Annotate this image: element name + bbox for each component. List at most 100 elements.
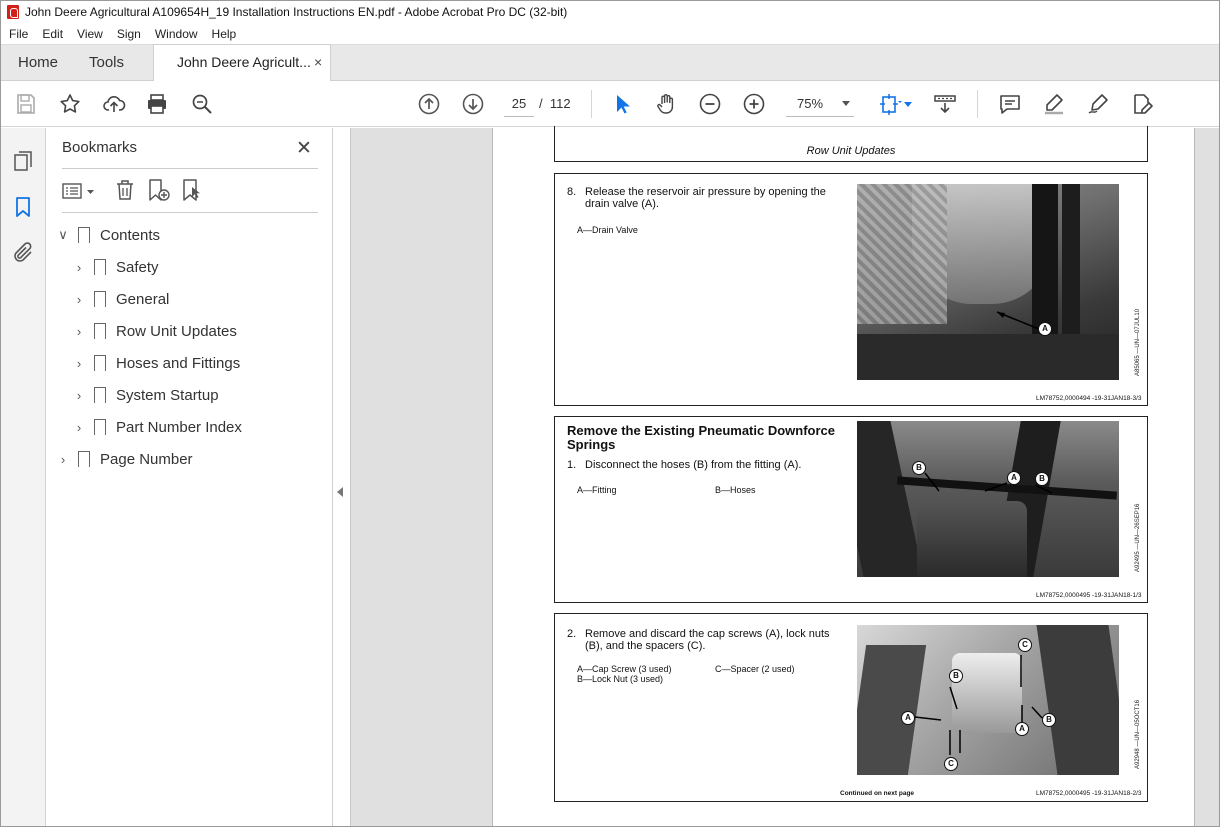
page-header-box: Row Unit Updates [554, 126, 1148, 162]
bookmark-label: Contents [100, 226, 161, 244]
image-code: A92495 —UN—26SEP16 [1135, 503, 1141, 572]
hoses-fitting-photo: B A B [857, 421, 1119, 577]
next-page-icon[interactable] [460, 91, 486, 117]
menu-file[interactable]: File [9, 27, 28, 41]
fit-page-chevron-icon[interactable] [903, 91, 913, 117]
upload-cloud-icon[interactable] [101, 91, 127, 117]
toolbar-divider [591, 90, 592, 118]
window-title: John Deere Agricultural A109654H_19 Inst… [25, 5, 568, 19]
callout-b: B [949, 669, 963, 683]
zoom-in-icon[interactable] [741, 91, 767, 117]
continued-note: Continued on next page [840, 790, 915, 797]
image-code: A92948 —UN—05OCT16 [1135, 699, 1141, 769]
menu-view[interactable]: View [77, 27, 103, 41]
collapse-panel-arrow-icon[interactable] [337, 487, 343, 497]
bookmark-label: Row Unit Updates [116, 322, 237, 340]
tab-bar: Home Tools John Deere Agricult... × [1, 44, 1219, 82]
bookmark-icon [78, 451, 90, 468]
tab-document-label: John Deere Agricult... [177, 54, 311, 70]
page-total-value: 112 [549, 96, 571, 111]
scroll-mode-icon[interactable] [932, 91, 958, 117]
bookmark-system-startup[interactable]: › System Startup [72, 384, 219, 406]
edit-pdf-icon[interactable] [1129, 91, 1155, 117]
zoom-out-icon[interactable] [697, 91, 723, 117]
search-zoom-icon[interactable] [189, 91, 215, 117]
bookmarks-panel-icon[interactable] [11, 195, 35, 219]
remove-springs-box: Remove the Existing Pneumatic Downforce … [554, 416, 1148, 603]
bookmark-label: Safety [116, 258, 159, 276]
bookmark-safety[interactable]: › Safety [72, 256, 159, 278]
document-viewer[interactable]: Row Unit Updates 8. Release the reservoi… [350, 126, 1219, 826]
page-number-input[interactable]: 25 [504, 91, 534, 117]
bookmark-general[interactable]: › General [72, 288, 169, 310]
save-icon[interactable] [13, 91, 39, 117]
page-separator: / [539, 96, 543, 111]
bookmark-part-number-index[interactable]: › Part Number Index [72, 416, 242, 438]
menu-edit[interactable]: Edit [42, 27, 63, 41]
new-bookmark-icon[interactable] [146, 178, 170, 202]
callout-c: C [1018, 638, 1032, 652]
delete-trash-icon[interactable] [113, 178, 137, 202]
page-total: / 112 [539, 91, 571, 117]
zoom-value: 75% [797, 96, 824, 111]
step-text: Remove and discard the cap screws (A), l… [585, 628, 830, 652]
bookmark-label: Part Number Index [116, 418, 242, 436]
bookmark-page-number[interactable]: › Page Number [56, 448, 193, 470]
bookmark-icon [94, 419, 106, 436]
page-thumbnails-icon[interactable] [11, 149, 35, 173]
bookmark-label: Page Number [100, 450, 193, 468]
bookmark-star-icon[interactable] [57, 91, 83, 117]
step-8-box: 8. Release the reservoir air pressure by… [554, 173, 1148, 406]
bookmark-row-unit-updates[interactable]: › Row Unit Updates [72, 320, 237, 342]
menu-window[interactable]: Window [155, 27, 198, 41]
comment-icon[interactable] [997, 91, 1023, 117]
close-panel-icon[interactable]: ✕ [296, 137, 312, 160]
callout-b: B [912, 461, 926, 475]
step-number: 2. [567, 628, 577, 640]
bookmark-options-icon[interactable] [62, 179, 96, 203]
legend-a: A—Fitting [577, 485, 617, 495]
chevron-down-icon[interactable]: ∨ [56, 227, 70, 243]
chevron-right-icon[interactable]: › [72, 388, 86, 403]
chevron-right-icon[interactable]: › [56, 452, 70, 467]
tab-document[interactable]: John Deere Agricult... × [153, 44, 331, 82]
fit-page-icon[interactable] [877, 91, 903, 117]
chevron-right-icon[interactable]: › [72, 356, 86, 371]
select-cursor-icon[interactable] [609, 91, 635, 117]
bookmark-hoses-and-fittings[interactable]: › Hoses and Fittings [72, 352, 240, 374]
sign-pen-icon[interactable] [1085, 91, 1111, 117]
chevron-right-icon[interactable]: › [72, 324, 86, 339]
acrobat-window: John Deere Agricultural A109654H_19 Inst… [0, 0, 1220, 827]
menu-help[interactable]: Help [212, 27, 237, 41]
hand-tool-icon[interactable] [653, 91, 679, 117]
callout-a: A [1038, 322, 1052, 336]
legend-c: C—Spacer (2 used) [715, 664, 795, 674]
navigation-rail [1, 128, 46, 826]
menu-sign[interactable]: Sign [117, 27, 141, 41]
panel-divider [62, 168, 318, 169]
highlight-pen-icon[interactable] [1041, 91, 1067, 117]
drain-valve-photo: A [857, 184, 1119, 380]
footer-code: LM78752,0000495 -19-31JAN18-2/3 [1036, 790, 1142, 797]
previous-page-icon[interactable] [416, 91, 442, 117]
bookmark-icon [94, 355, 106, 372]
bookmark-from-selection-icon[interactable] [180, 178, 204, 202]
attachments-paperclip-icon[interactable] [11, 241, 35, 265]
menu-bar: File Edit View Sign Window Help [1, 23, 1219, 44]
close-tab-icon[interactable]: × [314, 54, 322, 70]
chevron-right-icon[interactable]: › [72, 260, 86, 275]
chevron-right-icon[interactable]: › [72, 292, 86, 307]
bookmark-label: General [116, 290, 170, 308]
bookmarks-panel: Bookmarks ✕ ∨ Contents › Safety › Genera… [46, 128, 333, 826]
bookmark-contents[interactable]: ∨ Contents [56, 224, 160, 246]
chevron-right-icon[interactable]: › [72, 420, 86, 435]
tab-home[interactable]: Home [18, 45, 58, 82]
image-code: A85065 —UN—07JUL10 [1135, 308, 1141, 376]
bookmarks-title: Bookmarks [62, 139, 138, 156]
print-icon[interactable] [144, 91, 170, 117]
callout-a: A [901, 711, 915, 725]
zoom-select[interactable]: 75% [786, 91, 854, 117]
bookmark-icon [94, 291, 106, 308]
bookmark-label: Hoses and Fittings [116, 354, 241, 372]
tab-tools[interactable]: Tools [89, 45, 124, 82]
